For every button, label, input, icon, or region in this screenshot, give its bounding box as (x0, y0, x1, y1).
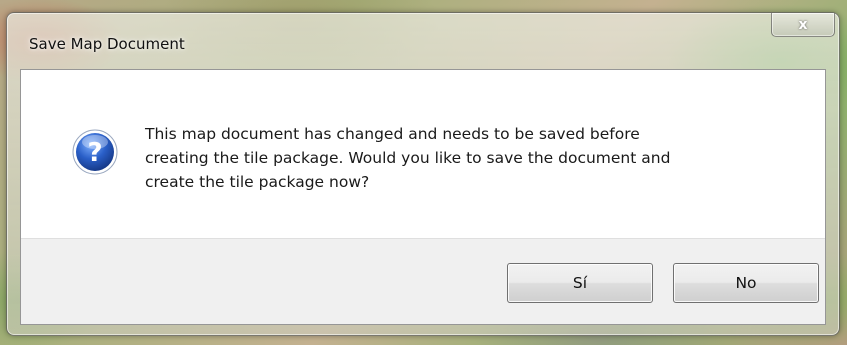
close-button[interactable]: x (771, 13, 835, 37)
dialog-title: Save Map Document (29, 35, 185, 53)
dialog-message: This map document has changed and needs … (145, 125, 671, 191)
svg-text:?: ? (87, 138, 102, 168)
message-area: ? This map document has changed and need… (21, 70, 825, 238)
button-bar: Sí No (21, 238, 825, 324)
no-button[interactable]: No (673, 263, 819, 303)
close-icon: x (798, 16, 808, 33)
save-map-document-dialog: Save Map Document x ? This map document … (6, 12, 840, 336)
yes-button[interactable]: Sí (507, 263, 653, 303)
dialog-body: ? This map document has changed and need… (20, 69, 826, 325)
question-icon: ? (72, 129, 118, 175)
